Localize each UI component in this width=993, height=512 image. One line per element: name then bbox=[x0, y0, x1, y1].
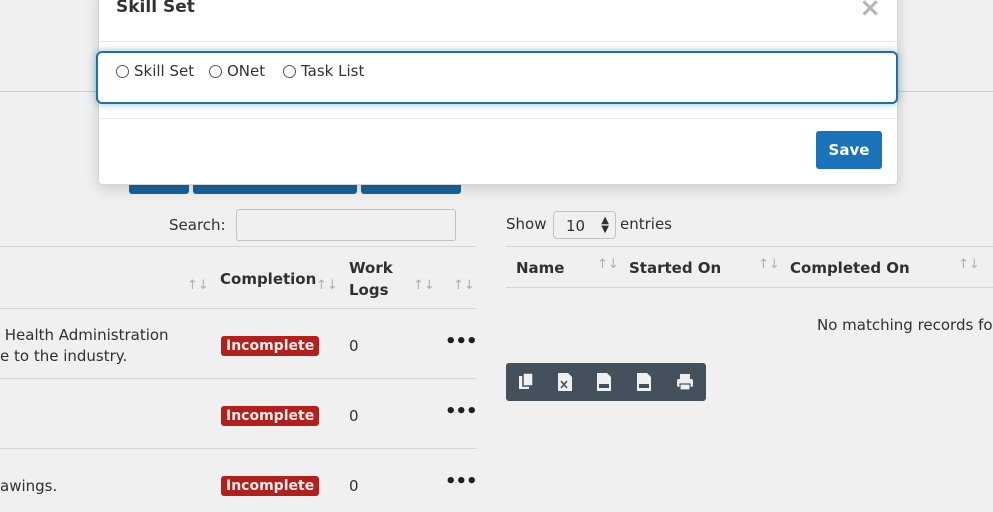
radio-onet[interactable]: ONet bbox=[209, 62, 265, 80]
modal-footer-divider bbox=[99, 118, 897, 119]
save-button[interactable]: Save bbox=[816, 131, 882, 169]
radio-skill-set[interactable]: Skill Set bbox=[116, 62, 194, 80]
radio-button[interactable] bbox=[283, 64, 296, 78]
radio-task-list[interactable]: Task List bbox=[283, 62, 364, 80]
radio-button[interactable] bbox=[116, 64, 129, 78]
close-icon[interactable]: × bbox=[859, 0, 881, 21]
radio-label: Skill Set bbox=[134, 62, 195, 80]
modal-title: Skill Set bbox=[116, 0, 195, 17]
radio-label: ONet bbox=[227, 62, 266, 80]
radio-label: Task List bbox=[301, 62, 365, 80]
radio-button[interactable] bbox=[209, 64, 222, 78]
skill-type-options: Skill Set ONet Task List bbox=[96, 51, 898, 104]
skill-set-modal: Skill Set × Skill Set ONet Task List Sav… bbox=[96, 0, 898, 185]
modal-header-divider bbox=[99, 41, 897, 42]
